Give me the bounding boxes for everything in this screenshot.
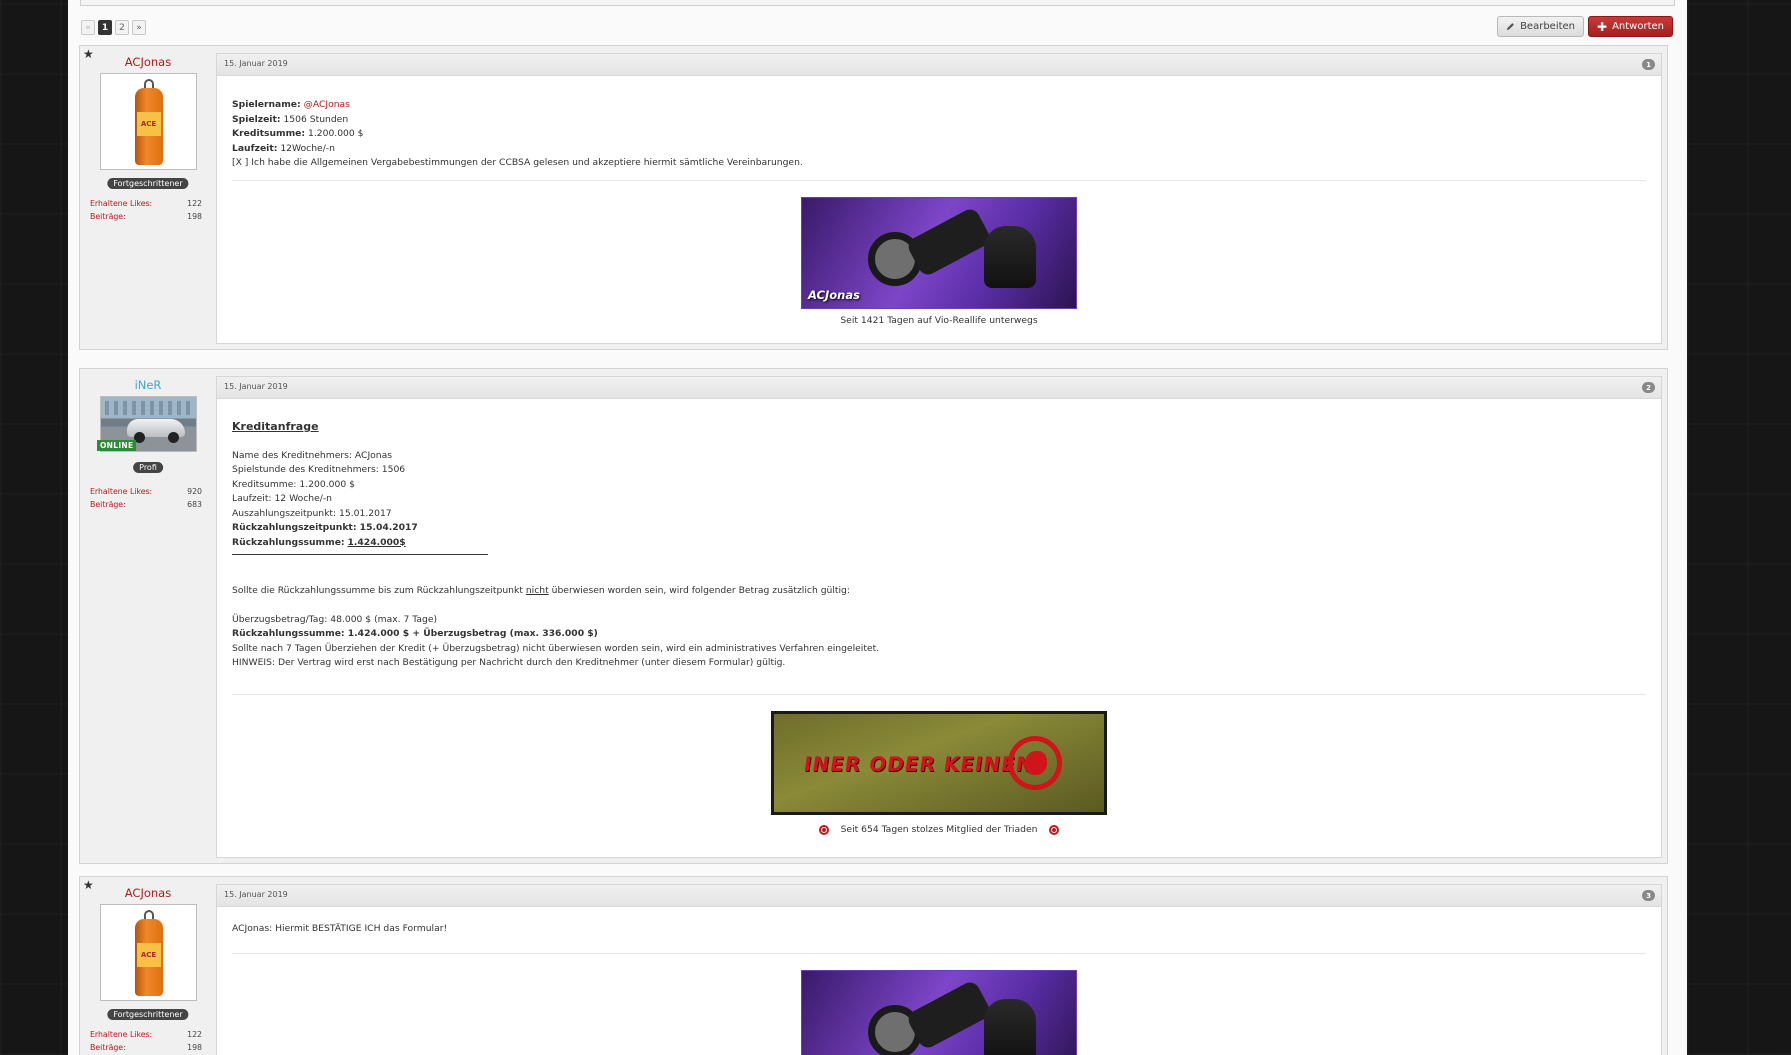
repayment-date: Rückzahlungszeitpunkt: 15.04.2017 <box>232 522 418 533</box>
procedure-line: Sollte nach 7 Tagen Überziehen der Kredi… <box>232 642 880 654</box>
post-3-user-sidebar: ★ ACJonas ACE Fortgeschrittener Erhalten… <box>80 877 216 1055</box>
bottle-image: ACE <box>134 78 163 165</box>
page-background-right <box>1687 0 1791 1055</box>
signature-separator <box>232 953 1646 954</box>
post-3-body: ACJonas: Hiermit BESTÄTIGE ICH das Formu… <box>232 922 1646 937</box>
post-2-header: 15. Januar 2019 2 <box>217 377 1661 399</box>
signature-separator <box>232 180 1646 181</box>
post-3-date[interactable]: 15. Januar 2019 <box>224 890 288 899</box>
post-3-number[interactable]: 3 <box>1642 890 1655 901</box>
post-1-user-sidebar: ★ ACJonas ACE Fortgeschrittener Erhalten… <box>80 46 216 349</box>
notice-line: HINWEIS: Der Vertrag wird erst nach Best… <box>232 657 786 668</box>
pagination-prev[interactable]: « <box>81 20 95 35</box>
post-2-date[interactable]: 15. Januar 2019 <box>224 382 288 391</box>
signature-separator <box>232 694 1646 695</box>
post-2-body: Kreditanfrage Name des Kreditnehmers: AC… <box>232 420 1646 671</box>
post-1-line: Laufzeit: 12Woche/-n <box>232 142 335 154</box>
likes-count: 122 <box>187 199 202 208</box>
post-3-avatar[interactable]: ACE <box>100 904 197 1001</box>
post-1-body: Spielername: @ACJonas Spielzeit: 1506 St… <box>232 98 1646 171</box>
pagination-page-1[interactable]: 1 <box>98 20 112 35</box>
likes-label[interactable]: Erhaltene Likes: <box>90 197 152 210</box>
plus-icon: ✚ <box>1597 19 1608 34</box>
signature-caption: Seit 654 Tagen stolzes Mitglied der Tria… <box>217 824 1661 835</box>
detail-line: Spielstunde des Kreditnehmers: 1506 <box>232 464 406 475</box>
reply-button[interactable]: ✚ Antworten <box>1588 16 1673 37</box>
condition-line: Sollte die Rückzahlungssumme bis zum Rüc… <box>232 585 850 596</box>
posts-label[interactable]: Beiträge: <box>90 1041 126 1054</box>
posts-count: 683 <box>187 500 202 509</box>
online-badge: ONLINE <box>97 440 137 451</box>
post-3-message: 15. Januar 2019 3 ACJonas: Hiermit BESTÄ… <box>216 884 1662 1055</box>
post-3-header: 15. Januar 2019 3 <box>217 885 1661 907</box>
post-3: ★ ACJonas ACE Fortgeschrittener Erhalten… <box>79 876 1668 1055</box>
likes-label[interactable]: Erhaltene Likes: <box>90 485 152 498</box>
bottle-label: ACE <box>136 111 161 136</box>
post-1-message: 15. Januar 2019 1 Spielername: @ACJonas … <box>216 53 1662 344</box>
signature-tag: ACJonas <box>808 288 860 302</box>
post-2-message: 15. Januar 2019 2 Kreditanfrage Name des… <box>216 376 1662 858</box>
post-3-username[interactable]: ACJonas <box>80 886 216 900</box>
pagination-page-2[interactable]: 2 <box>115 20 129 35</box>
post-1-username[interactable]: ACJonas <box>80 55 216 69</box>
detail-line: Laufzeit: 12 Woche/-n <box>232 493 332 504</box>
post-1-number[interactable]: 1 <box>1642 59 1655 70</box>
top-divider <box>80 0 1675 6</box>
overdraft-line: Überzugsbetrag/Tag: 48.000 $ (max. 7 Tag… <box>232 613 438 625</box>
pagination-next[interactable]: » <box>132 20 146 35</box>
triad-logo-icon <box>1008 736 1062 790</box>
post-3-user-stats: Erhaltene Likes: 122 Beiträge: 198 <box>90 1028 202 1054</box>
posts-count: 198 <box>187 1043 202 1052</box>
signature-caption: Seit 1421 Tagen auf Vio-Reallife unterwe… <box>840 315 1038 326</box>
post-3-rank-badge: Fortgeschrittener <box>107 1009 189 1020</box>
bottle-label: ACE <box>136 942 161 967</box>
detail-line: Auszahlungszeitpunkt: 15.01.2017 <box>232 507 392 519</box>
post-2-username[interactable]: iNeR <box>80 378 216 392</box>
kreditanfrage-title: Kreditanfrage <box>232 420 319 433</box>
page-background-left <box>0 0 68 1055</box>
post-1-line: Kreditsumme: 1.200.000 $ <box>232 128 364 139</box>
likes-label[interactable]: Erhaltene Likes: <box>90 1028 152 1041</box>
post-1-line: Spielername: @ACJonas <box>232 99 350 110</box>
player-mention-link[interactable]: @ACJonas <box>304 99 350 110</box>
total-repayment-line: Rückzahlungssumme: 1.424.000 $ + Überzug… <box>232 628 598 639</box>
posts-count: 198 <box>187 212 202 221</box>
edit-button-label: Bearbeiten <box>1520 21 1576 32</box>
signature-motorcycle-image <box>801 970 1077 1055</box>
likes-count: 920 <box>187 487 202 496</box>
post-1-avatar[interactable]: ACE <box>100 73 197 170</box>
posts-label[interactable]: Beiträge: <box>90 498 126 511</box>
post-1-header: 15. Januar 2019 1 <box>217 54 1661 76</box>
thread-content: « 1 2 » Bearbeiten ✚ Antworten ★ ACJonas… <box>68 0 1687 1055</box>
signature-motorcycle-image: ACJonas <box>801 197 1077 309</box>
post-1: ★ ACJonas ACE Fortgeschrittener Erhalten… <box>79 45 1668 350</box>
triad-mini-logo-icon <box>818 824 829 835</box>
confirmation-line: ACJonas: Hiermit BESTÄTIGE ICH das Formu… <box>232 923 448 934</box>
post-2-user-stats: Erhaltene Likes: 920 Beiträge: 683 <box>90 485 202 511</box>
thread-actions: Bearbeiten ✚ Antworten <box>1497 16 1673 37</box>
post-2-user-sidebar: iNeR ONLINE Profi Erhaltene Likes: 920 Be… <box>80 369 216 863</box>
signature-line <box>232 554 488 555</box>
detail-line: Name des Kreditnehmers: ACJonas <box>232 449 393 461</box>
post-2-rank-badge: Profi <box>133 462 163 473</box>
post-1-line: Spielzeit: 1506 Stunden <box>232 113 349 125</box>
post-2: iNeR ONLINE Profi Erhaltene Likes: 920 Be… <box>79 368 1668 864</box>
post-1-date[interactable]: 15. Januar 2019 <box>224 59 288 68</box>
post-1-user-stats: Erhaltene Likes: 122 Beiträge: 198 <box>90 197 202 223</box>
banner-text: INER ODER KEINEN <box>802 752 1036 776</box>
reply-button-label: Antworten <box>1612 21 1664 32</box>
pencil-icon <box>1506 23 1514 31</box>
posts-label[interactable]: Beiträge: <box>90 210 126 223</box>
edit-button[interactable]: Bearbeiten <box>1497 16 1585 37</box>
pagination: « 1 2 » <box>81 20 146 35</box>
post-2-number[interactable]: 2 <box>1642 382 1655 393</box>
signature-triad-banner: INER ODER KEINEN <box>771 711 1107 815</box>
bottle-image: ACE <box>134 909 163 996</box>
post-1-rank-badge: Fortgeschrittener <box>107 178 189 189</box>
likes-count: 122 <box>187 1030 202 1039</box>
repayment-sum: Rückzahlungssumme: 1.424.000$ <box>232 536 406 548</box>
detail-line: Kreditsumme: 1.200.000 $ <box>232 478 355 490</box>
triad-mini-logo-icon <box>1049 824 1060 835</box>
agreement-line: [X ] Ich habe die Allgemeinen Vergabebes… <box>232 157 803 168</box>
